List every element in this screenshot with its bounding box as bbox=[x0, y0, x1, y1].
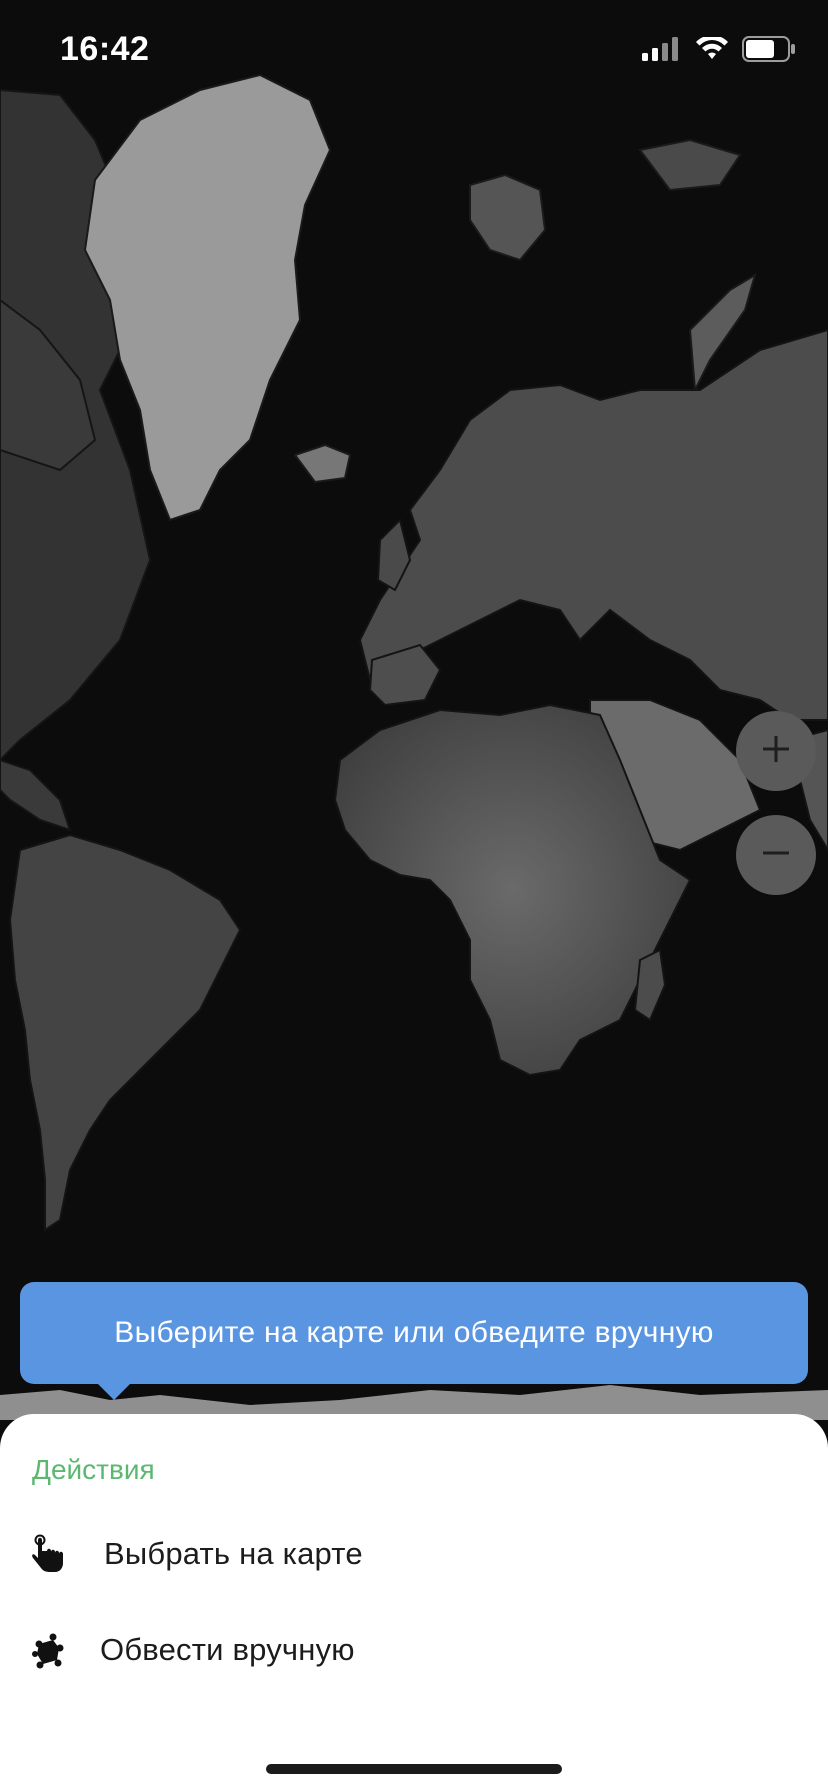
hint-tooltip: Выберите на карте или обведите вручную bbox=[20, 1282, 808, 1400]
zoom-out-button[interactable] bbox=[736, 815, 816, 895]
home-indicator[interactable] bbox=[266, 1764, 562, 1774]
action-select-on-map[interactable]: Выбрать на карте bbox=[0, 1514, 828, 1594]
tooltip-arrow bbox=[98, 1384, 130, 1400]
action-label: Выбрать на карте bbox=[104, 1536, 363, 1571]
actions-bottom-sheet: Действия bbox=[0, 1414, 828, 1792]
lasso-draw-icon bbox=[30, 1630, 66, 1670]
status-icons bbox=[642, 35, 796, 67]
sheet-header: Действия bbox=[32, 1454, 155, 1485]
status-time: 16:42 bbox=[60, 30, 150, 68]
minus-icon bbox=[761, 838, 791, 873]
action-label: Обвести вручную bbox=[100, 1632, 355, 1667]
zoom-in-button[interactable] bbox=[736, 711, 816, 791]
status-bar: 16:42 bbox=[0, 0, 828, 100]
action-draw-manually[interactable]: Обвести вручную bbox=[0, 1610, 828, 1690]
wifi-icon bbox=[696, 35, 728, 66]
hand-pointer-icon bbox=[30, 1534, 66, 1574]
battery-icon bbox=[742, 36, 796, 67]
tooltip-text: Выберите на карте или обведите вручную bbox=[114, 1316, 714, 1349]
plus-icon bbox=[761, 734, 791, 769]
cellular-signal-icon bbox=[642, 37, 682, 66]
